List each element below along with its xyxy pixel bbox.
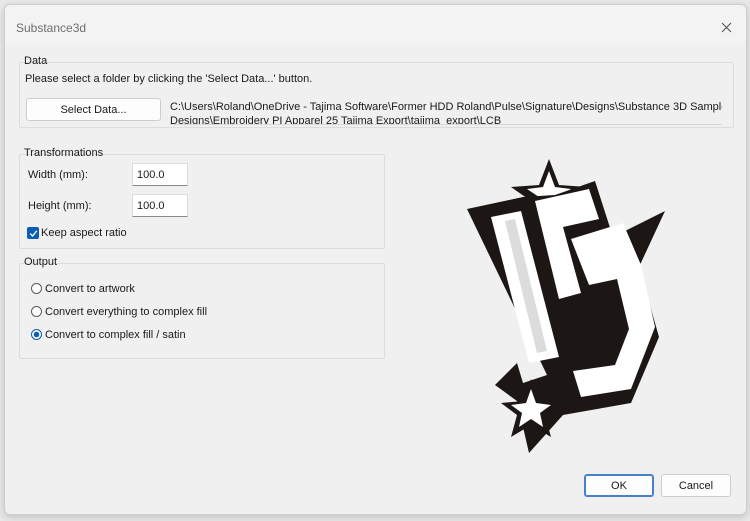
width-field[interactable] xyxy=(132,163,188,186)
checkmark-icon xyxy=(29,229,37,237)
cancel-button[interactable]: Cancel xyxy=(661,474,731,497)
data-path-display: C:\Users\Roland\OneDrive - Tajima Softwa… xyxy=(170,100,722,125)
height-field[interactable] xyxy=(132,194,188,217)
width-label: Width (mm): xyxy=(28,169,88,181)
transformations-group-label: Transformations xyxy=(24,147,104,159)
title-bar: Substance3d xyxy=(5,5,746,45)
keep-aspect-label[interactable]: Keep aspect ratio xyxy=(41,227,127,239)
select-data-button[interactable]: Select Data... xyxy=(26,98,161,121)
data-path-line-2: Designs\Embroidery PI Apparel 25 Tajima … xyxy=(170,115,502,125)
output-group-label: Output xyxy=(24,256,58,268)
lcb-logo-preview xyxy=(467,159,665,453)
radio-label-convert-to-artwork[interactable]: Convert to artwork xyxy=(45,283,135,295)
ok-button[interactable]: OK xyxy=(584,474,654,497)
radio-label-convert-complex-fill-satin[interactable]: Convert to complex fill / satin xyxy=(45,329,186,341)
close-icon[interactable] xyxy=(716,17,736,37)
data-path-line-1: C:\Users\Roland\OneDrive - Tajima Softwa… xyxy=(170,101,722,113)
radio-label-convert-everything-complex-fill[interactable]: Convert everything to complex fill xyxy=(45,306,207,318)
data-group-label: Data xyxy=(24,55,48,67)
height-label: Height (mm): xyxy=(28,200,92,212)
keep-aspect-checkbox[interactable] xyxy=(27,227,39,239)
radio-convert-complex-fill-satin[interactable] xyxy=(31,329,42,340)
data-instruction: Please select a folder by clicking the '… xyxy=(25,73,313,85)
radio-convert-everything-complex-fill[interactable] xyxy=(31,306,42,317)
dialog-window: Substance3d Data Please select a folder … xyxy=(4,4,747,515)
radio-convert-to-artwork[interactable] xyxy=(31,283,42,294)
window-title: Substance3d xyxy=(16,21,87,35)
